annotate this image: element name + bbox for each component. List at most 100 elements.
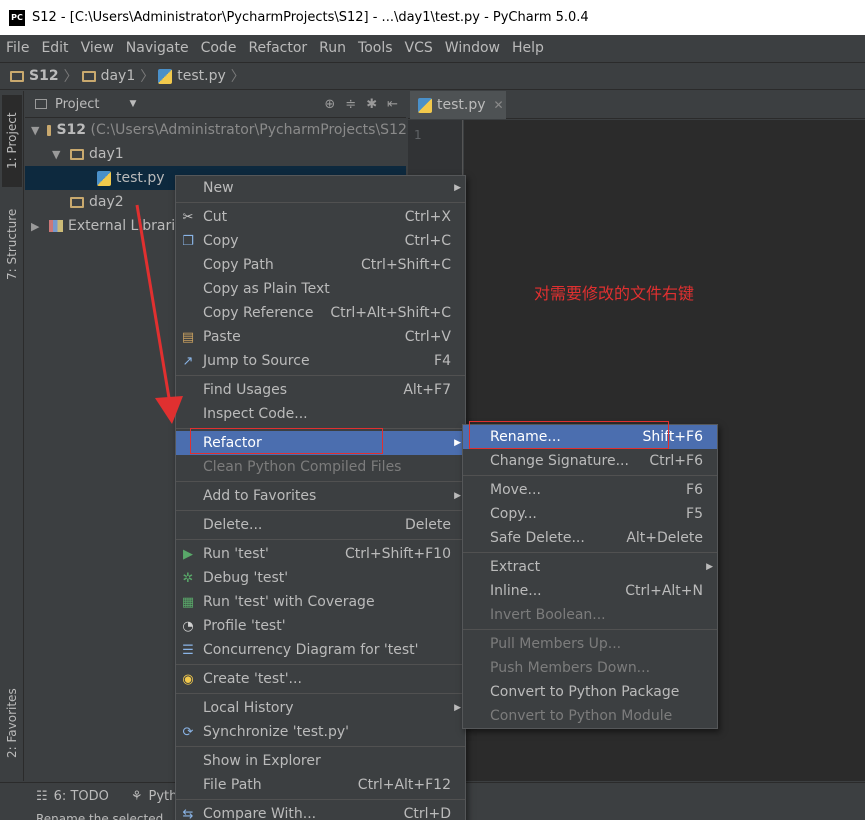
- menu-item-safe-delete[interactable]: Safe Delete... Alt+Delete: [463, 526, 717, 550]
- hide-icon[interactable]: ⇤: [387, 97, 398, 112]
- menu-item-pull-members-up[interactable]: Pull Members Up...: [463, 632, 717, 656]
- menu-item-show-in-explorer[interactable]: Show in Explorer: [176, 749, 465, 773]
- menu-item-profile[interactable]: ◔ Profile 'test': [176, 614, 465, 638]
- menu-item-label: Find Usages: [203, 382, 288, 398]
- menu-edit[interactable]: Edit: [41, 40, 68, 56]
- chevron-right-icon: 〉: [230, 69, 245, 85]
- tab-project[interactable]: 1: Project: [2, 95, 22, 187]
- context-menu: New ▶ ✂ Cut Ctrl+X ❐ Copy Ctrl+C Copy Path Ctr…: [175, 175, 466, 820]
- menu-item-label: Convert to Python Package: [490, 684, 680, 700]
- menu-item-copy-reference[interactable]: Copy Reference Ctrl+Alt+Shift+C: [176, 301, 465, 325]
- menu-item-synchronize[interactable]: ⟳ Synchronize 'test.py': [176, 720, 465, 744]
- menu-run[interactable]: Run: [319, 40, 346, 56]
- menu-item-label: Push Members Down...: [490, 660, 651, 676]
- menu-refactor[interactable]: Refactor: [248, 40, 307, 56]
- menu-item-change-signature[interactable]: Change Signature... Ctrl+F6: [463, 449, 717, 473]
- menu-tools[interactable]: Tools: [358, 40, 393, 56]
- submenu-arrow-icon: ▶: [454, 438, 461, 448]
- paste-icon: ▤: [181, 329, 195, 345]
- menu-item-copy-refactor[interactable]: Copy... F5: [463, 502, 717, 526]
- tree-root[interactable]: ▼ S12 (C:\Users\Administrator\PycharmPro…: [25, 118, 412, 142]
- collapse-icon[interactable]: ≑: [345, 97, 356, 112]
- menu-item-label: Extract: [490, 559, 541, 575]
- menu-item-convert-to-package[interactable]: Convert to Python Package: [463, 680, 717, 704]
- menu-item-cut[interactable]: ✂ Cut Ctrl+X: [176, 205, 465, 229]
- menu-file[interactable]: File: [6, 40, 29, 56]
- menu-item-invert-boolean[interactable]: Invert Boolean...: [463, 603, 717, 627]
- menu-item-run-coverage[interactable]: ▦ Run 'test' with Coverage: [176, 590, 465, 614]
- menu-item-add-to-favorites[interactable]: Add to Favorites ▶: [176, 484, 465, 508]
- menu-item-copy-path[interactable]: Copy Path Ctrl+Shift+C: [176, 253, 465, 277]
- breadcrumb-label: test.py: [177, 68, 226, 84]
- tab-todo[interactable]: ☷ 6: TODO: [36, 789, 109, 804]
- python-icon: ◉: [182, 671, 194, 687]
- menu-item-delete[interactable]: Delete... Delete: [176, 513, 465, 537]
- menu-help[interactable]: Help: [512, 40, 544, 56]
- project-view-icon: [35, 99, 47, 109]
- pycharm-logo-icon: PC: [9, 9, 25, 26]
- chevron-down-icon[interactable]: ▼: [129, 99, 136, 109]
- menu-item-local-history[interactable]: Local History ▶: [176, 696, 465, 720]
- menu-item-label: File Path: [203, 777, 262, 793]
- menu-item-jump-to-source[interactable]: ↗ Jump to Source F4: [176, 349, 465, 373]
- expand-arrow-icon[interactable]: ▶: [31, 220, 41, 233]
- menu-navigate[interactable]: Navigate: [126, 40, 189, 56]
- menu-item-new[interactable]: New ▶: [176, 176, 465, 200]
- python-file-icon: [418, 97, 432, 113]
- tree-item-label: External Librarie: [68, 218, 184, 234]
- menu-item-label: Move...: [490, 482, 541, 498]
- menu-separator: [176, 539, 465, 540]
- left-tool-strip: 1: Project 7: Structure 2: Favorites: [0, 91, 24, 781]
- menu-vcs[interactable]: VCS: [405, 40, 433, 56]
- breadcrumb-project[interactable]: S12 〉: [10, 66, 78, 86]
- menu-view[interactable]: View: [81, 40, 114, 56]
- menu-item-copy-plain-text[interactable]: Copy as Plain Text: [176, 277, 465, 301]
- menu-item-push-members-down[interactable]: Push Members Down...: [463, 656, 717, 680]
- menu-item-label: Safe Delete...: [490, 530, 585, 546]
- menu-item-concurrency-diagram[interactable]: ☰ Concurrency Diagram for 'test': [176, 638, 465, 662]
- project-view-selector[interactable]: Project: [55, 97, 99, 112]
- menu-item-label: Local History: [203, 700, 294, 716]
- tab-python-console[interactable]: ⚘ Pyth: [131, 789, 178, 804]
- menu-item-paste[interactable]: ▤ Paste Ctrl+V: [176, 325, 465, 349]
- menu-item-extract[interactable]: Extract ▶: [463, 555, 717, 579]
- menu-item-find-usages[interactable]: Find Usages Alt+F7: [176, 378, 465, 402]
- menu-item-run[interactable]: ▶ Run 'test' Ctrl+Shift+F10: [176, 542, 465, 566]
- menu-item-file-path[interactable]: File Path Ctrl+Alt+F12: [176, 773, 465, 797]
- locate-icon[interactable]: ⊕: [324, 97, 335, 112]
- menu-item-label: Inspect Code...: [203, 406, 308, 422]
- menu-item-label: Synchronize 'test.py': [203, 724, 350, 740]
- debug-bug-icon: ✲: [182, 570, 194, 586]
- editor-tab-label: test.py: [437, 97, 486, 113]
- tab-label: 6: TODO: [53, 789, 109, 804]
- breadcrumb-file[interactable]: test.py 〉: [158, 66, 245, 86]
- breadcrumb-day1[interactable]: day1 〉: [81, 66, 154, 86]
- menu-item-clean-compiled[interactable]: Clean Python Compiled Files: [176, 455, 465, 479]
- menu-window[interactable]: Window: [445, 40, 500, 56]
- python-icon: ⚘: [130, 789, 143, 804]
- expand-arrow-icon[interactable]: ▼: [52, 148, 62, 161]
- gear-icon[interactable]: ✱: [366, 97, 377, 112]
- breadcrumb-label: day1: [100, 68, 136, 84]
- menu-item-inline[interactable]: Inline... Ctrl+Alt+N: [463, 579, 717, 603]
- expand-arrow-icon[interactable]: ▼: [31, 124, 39, 137]
- menu-item-copy[interactable]: ❐ Copy Ctrl+C: [176, 229, 465, 253]
- library-icon: [49, 220, 63, 232]
- menu-item-convert-to-module[interactable]: Convert to Python Module: [463, 704, 717, 728]
- tab-structure[interactable]: 7: Structure: [2, 196, 22, 292]
- menu-item-label: Show in Explorer: [203, 753, 321, 769]
- tree-item-label: test.py: [116, 170, 165, 186]
- menu-item-label: Delete...: [203, 517, 263, 533]
- menu-item-shortcut: Ctrl+V: [404, 329, 451, 345]
- close-icon[interactable]: ✕: [494, 98, 504, 112]
- menu-item-move[interactable]: Move... F6: [463, 478, 717, 502]
- tab-favorites[interactable]: 2: Favorites: [2, 676, 22, 771]
- editor-tab-test-py[interactable]: test.py ✕: [410, 91, 506, 119]
- menu-item-inspect-code[interactable]: Inspect Code...: [176, 402, 465, 426]
- menu-item-create-config[interactable]: ◉ Create 'test'...: [176, 667, 465, 691]
- menu-code[interactable]: Code: [201, 40, 237, 56]
- menu-item-compare-with[interactable]: ⇆ Compare With... Ctrl+D: [176, 802, 465, 820]
- tree-item-day1[interactable]: ▼ day1: [25, 142, 406, 166]
- submenu-arrow-icon: ▶: [454, 703, 461, 713]
- menu-item-debug[interactable]: ✲ Debug 'test': [176, 566, 465, 590]
